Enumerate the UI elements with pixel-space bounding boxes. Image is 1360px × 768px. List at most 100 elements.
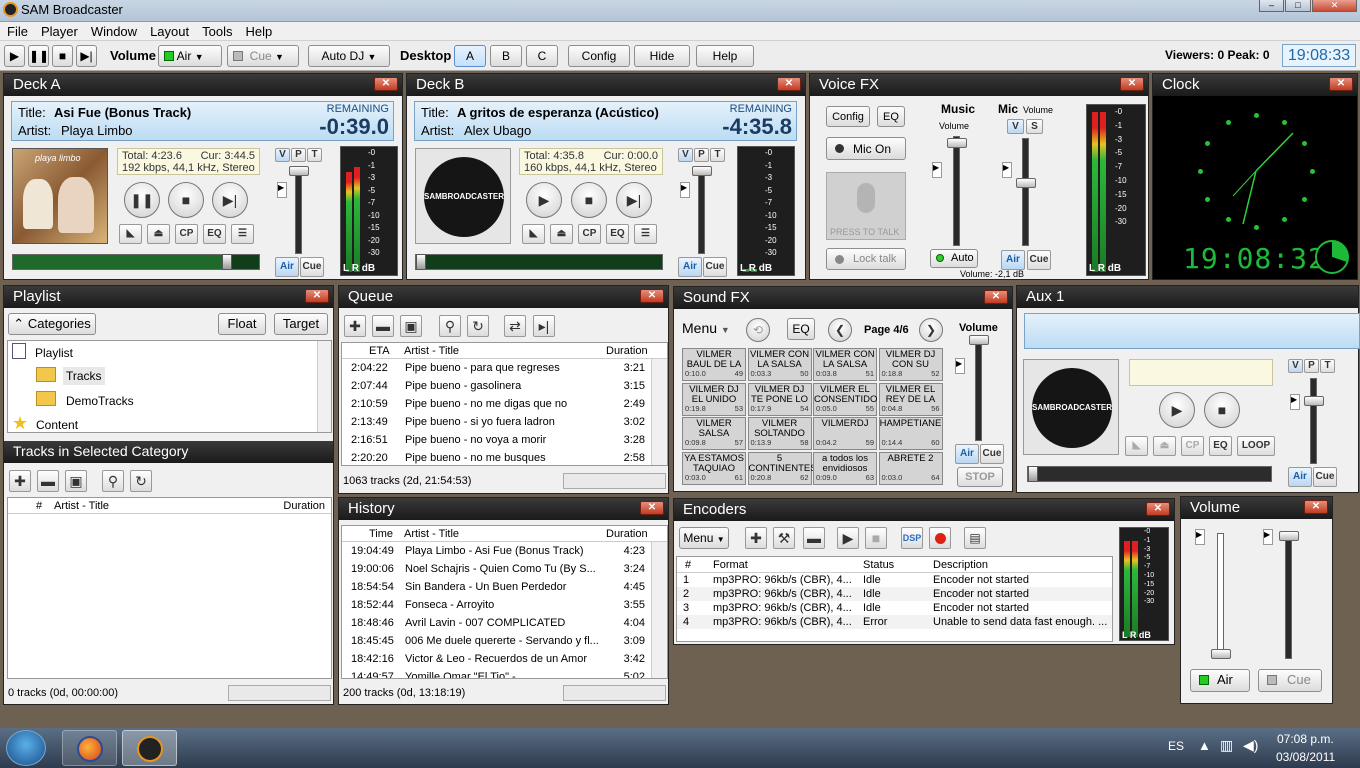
previous-page-icon[interactable]: ❮ [828,318,852,342]
soundfx-close-icon[interactable]: ✕ [984,290,1008,304]
p-button[interactable]: P [1304,359,1319,373]
pan-arrow-icon[interactable]: ▶ [1002,162,1012,178]
float-button[interactable]: Float [218,313,266,335]
refresh-icon[interactable]: ↻ [130,470,152,492]
config-button[interactable]: Config [568,45,630,67]
aux-progress[interactable] [1027,466,1272,482]
menu-window[interactable]: Window [84,22,143,39]
sam-taskbar-button[interactable] [122,730,177,766]
sound-pad[interactable]: VILMER DJ CON SU 0:18.8 52 [878,348,943,381]
cue-button[interactable]: Cue [300,257,324,277]
encoder-row[interactable]: 1 mp3PRO: 96kb/s (CBR), 4... Idle Encoder n… [677,573,1112,587]
soundfx-eq-button[interactable]: EQ [787,318,815,340]
pan-arrow-icon[interactable]: ▶ [1195,529,1205,545]
air-button[interactable]: Air [1288,467,1312,487]
pause-icon[interactable]: ❚❚ [124,182,160,218]
categories-button[interactable]: ⌃ Categories [8,313,96,335]
air-button[interactable]: Air [678,257,702,277]
pan-arrow-icon[interactable]: ▶ [680,182,690,198]
deck-a-progress[interactable] [12,254,260,270]
schedule-icon[interactable]: ▤ [964,527,986,549]
voicefx-config-button[interactable]: Config [826,106,870,127]
soundfx-air-button[interactable]: Air [955,444,979,464]
refresh-icon[interactable]: ↻ [467,315,489,337]
remove-icon[interactable]: ▬ [803,527,825,549]
deck-b-progress[interactable] [415,254,663,270]
soundfx-cue-button[interactable]: Cue [980,444,1004,464]
sound-pad[interactable]: VILMERDJ 0:04.2 59 [813,417,877,450]
pan-arrow-icon[interactable]: ▶ [932,162,942,178]
column-header[interactable]: ETA [369,345,390,357]
search-icon[interactable]: ⚲ [102,470,124,492]
column-header[interactable]: Artist - Title [404,528,459,540]
column-header[interactable]: # [36,500,42,512]
sound-pad[interactable]: VILMER CON LA SALSA 0:03.3 50 [747,348,812,381]
deck-b-close-icon[interactable]: ✕ [777,77,801,91]
mic-volume-slider[interactable] [1016,178,1036,188]
menu-tools[interactable]: Tools [195,22,238,39]
autodj-dropdown[interactable]: Auto DJ ▼ [308,45,390,67]
menu-lines-icon[interactable]: ☰ [634,224,657,244]
speaker-icon[interactable]: ◀) [1243,737,1258,754]
next-page-icon[interactable]: ❯ [919,318,943,342]
mic-air-button[interactable]: Air [1001,250,1025,270]
soundfx-volume-slider[interactable] [969,335,989,345]
history-row[interactable]: 18:52:44 Fonseca - Arroyito 3:55 [342,596,667,614]
t-button[interactable]: T [1320,359,1335,373]
encoders-close-icon[interactable]: ✕ [1146,502,1170,516]
cue-button[interactable]: Cue [703,257,727,277]
voicefx-close-icon[interactable]: ✕ [1120,77,1144,91]
sync-icon[interactable]: ⟲ [746,318,770,342]
desktop-c-button[interactable]: C [526,45,558,67]
column-header[interactable]: Duration [606,345,648,357]
next-icon[interactable]: ▶| [616,182,652,218]
cue-dropdown[interactable]: Cue ▼ [227,45,299,67]
column-header[interactable]: # [685,559,691,571]
play-icon[interactable]: ▶ [837,527,859,549]
desktop-b-button[interactable]: B [490,45,522,67]
v-button[interactable]: V [1288,359,1303,373]
t-button[interactable]: T [710,148,725,162]
encoders-menu-button[interactable]: Menu ▼ [679,527,729,549]
menu-file[interactable]: File [0,22,34,39]
auto-button[interactable]: Auto [930,249,978,268]
pause-icon[interactable]: ❚❚ [28,45,49,67]
target-button[interactable]: Target [274,313,328,335]
tree-item-playlist[interactable]: Playlist [8,343,331,361]
press-to-talk-button[interactable]: PRESS TO TALK [826,172,906,240]
mic-v-button[interactable]: V [1007,119,1024,134]
show-hidden-icons[interactable]: ▲ [1198,738,1211,753]
cue-button[interactable]: Cue [1313,467,1337,487]
sound-pad[interactable]: VILMER SOLTANDO 0:13.9 58 [747,417,812,450]
save-icon[interactable]: ▣ [65,470,87,492]
rewind-icon[interactable]: ◣ [522,224,545,244]
encoder-row[interactable]: 4 mp3PRO: 96kb/s (CBR), 4... Error Unable t… [677,615,1112,629]
language-indicator[interactable]: ES [1168,739,1184,753]
queue-row[interactable]: 2:16:51 Pipe bueno - no voya a morir 3:28 [342,431,667,449]
sound-pad[interactable]: VILMER CON LA SALSA 0:03.8 51 [813,348,877,381]
sound-pad[interactable]: YA ESTAMOS TAQUIAO 0:03.0 61 [682,451,746,485]
rewind-icon[interactable]: ◣ [1125,436,1148,456]
soundfx-menu-button[interactable]: Menu ▼ [682,320,730,336]
queue-row[interactable]: 2:13:49 Pipe bueno - si yo fuera ladron 3:… [342,413,667,431]
cp-button[interactable]: CP [175,224,198,244]
menu-help[interactable]: Help [238,22,278,39]
deck-a-volume-slider[interactable] [289,166,309,176]
record-icon[interactable] [929,527,951,549]
cue-volume-slider[interactable] [1279,531,1299,541]
tree-item-demotracks[interactable]: DemoTracks [8,391,331,409]
history-row[interactable]: 18:48:46 Avril Lavin - 007 COMPLICATED 4:0… [342,614,667,632]
menu-lines-icon[interactable]: ☰ [231,224,254,244]
soundfx-stop-button[interactable]: STOP [957,467,1003,487]
network-icon[interactable]: ▥ [1220,737,1233,754]
cp-button[interactable]: CP [1181,436,1204,456]
queue-row[interactable]: 2:04:22 Pipe bueno - para que regreses 3:2… [342,359,667,377]
lock-talk-button[interactable]: Lock talk [826,248,906,270]
taskbar-time[interactable]: 07:08 p.m. [1277,732,1334,746]
remove-icon[interactable]: ▬ [372,315,394,337]
search-icon[interactable]: ⚲ [439,315,461,337]
history-row[interactable]: 19:04:49 Playa Limbo - Asi Fue (Bonus Tra… [342,542,667,560]
skip-icon[interactable]: ▸| [533,315,555,337]
tree-item-tracks[interactable]: Tracks [8,367,331,385]
add-icon[interactable]: ✚ [745,527,767,549]
